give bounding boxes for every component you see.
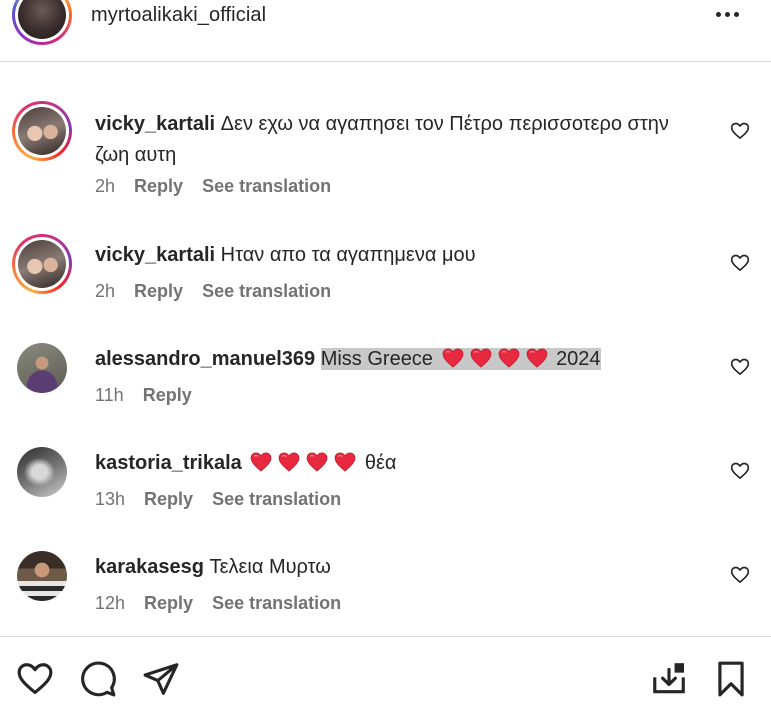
avatar[interactable] xyxy=(12,338,72,398)
comment-time: 2h xyxy=(95,176,116,196)
comment-username[interactable]: vicky_kartali xyxy=(95,113,215,135)
comment-username[interactable]: alessandro_manuel369 xyxy=(95,348,315,370)
like-comment-heart-icon[interactable] xyxy=(730,461,750,481)
reply-button[interactable]: Reply xyxy=(134,281,183,302)
reply-button[interactable]: Reply xyxy=(134,176,183,197)
heart-emoji-icon xyxy=(442,348,464,368)
send-icon[interactable] xyxy=(142,660,180,698)
heart-icon[interactable] xyxy=(16,660,54,698)
see-translation-button[interactable]: See translation xyxy=(212,489,341,510)
comment-username[interactable]: karakasesg xyxy=(95,556,204,578)
more-icon[interactable] xyxy=(712,2,742,26)
like-comment-heart-icon[interactable] xyxy=(730,565,750,585)
see-translation-button[interactable]: See translation xyxy=(212,593,341,614)
reply-button[interactable]: Reply xyxy=(144,593,193,614)
see-translation-button[interactable]: See translation xyxy=(202,281,331,302)
comment-icon[interactable] xyxy=(79,660,117,698)
see-translation-button[interactable]: See translation xyxy=(202,176,331,197)
heart-emoji-icon xyxy=(526,348,548,368)
avatar[interactable] xyxy=(12,546,72,606)
heart-emoji-icon xyxy=(278,452,300,472)
comment-text: Ηταν απο τα αγαπημενα μου xyxy=(220,244,476,266)
heart-emoji-icon xyxy=(334,452,356,472)
comment-time: 13h xyxy=(95,489,126,509)
post-action-bar xyxy=(0,636,771,721)
comment-time: 2h xyxy=(95,281,116,301)
comment-text: Τελεια Μυρτω xyxy=(209,556,331,578)
comment-time: 11h xyxy=(95,385,124,405)
author-username[interactable]: myrtoalikaki_official xyxy=(91,4,266,27)
comment-text: θέα xyxy=(247,452,397,474)
like-comment-heart-icon[interactable] xyxy=(730,121,750,141)
like-comment-heart-icon[interactable] xyxy=(730,357,750,377)
heart-emoji-icon xyxy=(498,348,520,368)
comment-time: 12h xyxy=(95,593,126,613)
avatar[interactable] xyxy=(12,101,72,161)
bookmark-icon[interactable] xyxy=(712,660,750,698)
like-comment-heart-icon[interactable] xyxy=(730,253,750,273)
post-header: myrtoalikaki_official xyxy=(0,0,771,62)
reply-button[interactable]: Reply xyxy=(144,489,193,510)
comment-username[interactable]: kastoria_trikala xyxy=(95,452,242,474)
heart-emoji-icon xyxy=(470,348,492,368)
heart-emoji-icon xyxy=(250,452,272,472)
author-avatar[interactable] xyxy=(12,0,72,45)
avatar[interactable] xyxy=(12,442,72,502)
reply-button[interactable]: Reply xyxy=(143,385,192,406)
download-icon[interactable] xyxy=(650,660,688,698)
comment-username[interactable]: vicky_kartali xyxy=(95,244,215,266)
heart-emoji-icon xyxy=(306,452,328,472)
avatar[interactable] xyxy=(12,234,72,294)
comment-text: Miss Greece 2024 xyxy=(320,348,601,370)
